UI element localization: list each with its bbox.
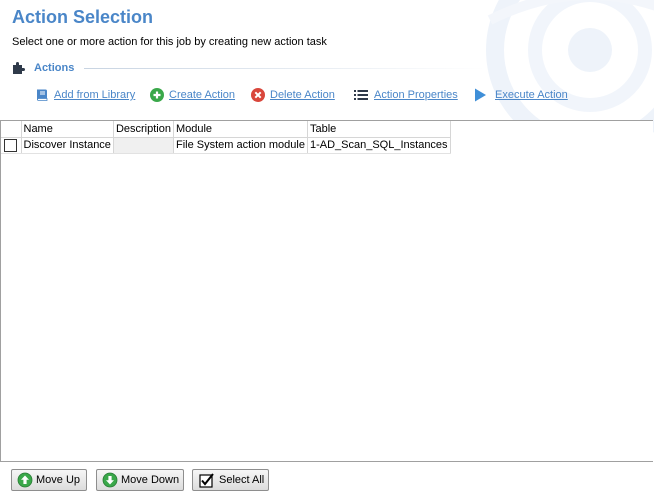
page-subtitle: Select one or more action for this job b… [12, 36, 327, 48]
footer-bar: Move Up Move Down Select All [0, 462, 654, 496]
delete-action-button[interactable]: Delete Action [250, 86, 335, 104]
action-properties-label: Action Properties [374, 89, 458, 101]
cell-module[interactable]: File System action module [173, 137, 308, 154]
select-all-button[interactable]: Select All [192, 469, 269, 491]
arrow-up-circle-icon [17, 472, 33, 488]
cell-description[interactable] [113, 137, 174, 154]
book-icon [37, 89, 48, 101]
move-up-button[interactable]: Move Up [11, 469, 87, 491]
checkbox-checked-icon [199, 473, 214, 488]
execute-action-label: Execute Action [495, 89, 568, 101]
row-checkbox-cell [1, 137, 22, 154]
action-properties-button[interactable]: Action Properties [352, 86, 458, 104]
add-from-library-button[interactable]: Add from Library [34, 86, 135, 104]
row-checkbox[interactable] [4, 138, 18, 152]
page-title: Action Selection [12, 7, 154, 27]
puzzle-icon [13, 62, 25, 74]
column-header-description[interactable]: Description [113, 121, 174, 138]
execute-action-button[interactable]: Execute Action [472, 86, 568, 104]
select-all-label: Select All [219, 474, 265, 486]
create-action-button[interactable]: Create Action [149, 86, 235, 104]
table-header-row: Name Description Module Table [1, 121, 451, 138]
actions-section-label: Actions [34, 62, 75, 74]
column-header-table[interactable]: Table [307, 121, 451, 138]
actions-section-header: Actions [11, 60, 74, 76]
column-header-name[interactable]: Name [21, 121, 114, 138]
move-down-label: Move Down [121, 474, 180, 486]
cell-table[interactable]: 1-AD_Scan_SQL_Instances [307, 137, 451, 154]
move-up-label: Move Up [36, 474, 81, 486]
column-header-module[interactable]: Module [173, 121, 308, 138]
cell-name[interactable]: Discover Instance [21, 137, 114, 154]
create-action-label: Create Action [169, 89, 236, 101]
actions-grid: Name Description Module Table Discover I… [0, 120, 653, 462]
delete-circle-icon [251, 88, 265, 102]
move-down-button[interactable]: Move Down [96, 469, 184, 491]
section-divider [84, 68, 486, 69]
arrow-down-circle-icon [102, 472, 118, 488]
column-header-select[interactable] [1, 121, 22, 138]
watermark-icon [486, 0, 654, 140]
table-row[interactable]: Discover Instance File System action mod… [1, 137, 451, 154]
plus-circle-icon [150, 88, 164, 102]
list-icon [354, 90, 368, 100]
play-icon [475, 88, 486, 102]
add-from-library-label: Add from Library [54, 89, 136, 101]
action-selection-page: Action Selection Select one or more acti… [0, 0, 654, 496]
actions-table: Name Description Module Table Discover I… [1, 121, 451, 154]
delete-action-label: Delete Action [270, 89, 335, 101]
